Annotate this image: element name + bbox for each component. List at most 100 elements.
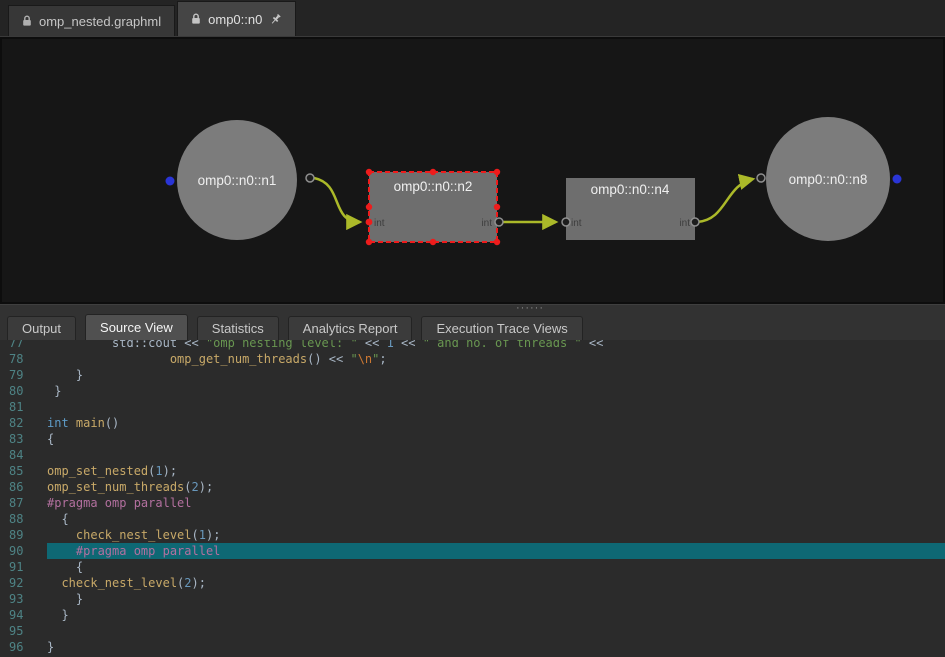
line-number: 96	[0, 639, 47, 655]
code-line[interactable]: 96}	[0, 639, 945, 655]
port-n2-in[interactable]	[366, 219, 373, 226]
tab-omp0-n0[interactable]: omp0::n0	[177, 1, 296, 36]
line-number: 82	[0, 415, 47, 431]
code-text: int main()	[47, 415, 945, 431]
line-number: 83	[0, 431, 47, 447]
code-line[interactable]: 87#pragma omp parallel	[0, 495, 945, 511]
code-line[interactable]: 91 {	[0, 559, 945, 575]
code-text-highlighted: #pragma omp parallel	[47, 543, 945, 559]
port-n1-out[interactable]	[306, 174, 314, 182]
graph-view: omp0::n0::n1 omp0::n0::n2 int int omp0::…	[0, 37, 945, 304]
node-label: omp0::n0::n4	[591, 182, 670, 197]
port-n4-out[interactable]	[691, 218, 699, 226]
pin-icon[interactable]	[269, 13, 282, 26]
graph-canvas[interactable]: omp0::n0::n1 omp0::n0::n2 int int omp0::…	[0, 37, 945, 304]
code-line[interactable]: 93 }	[0, 591, 945, 607]
lock-icon	[22, 15, 32, 27]
code-line[interactable]: 80 }	[0, 383, 945, 399]
code-text	[47, 399, 945, 415]
port-out-label: int	[481, 218, 492, 229]
code-text	[47, 447, 945, 463]
port-in-label: int	[571, 218, 582, 229]
line-number: 92	[0, 575, 47, 591]
code-line[interactable]: 86omp_set_num_threads(2);	[0, 479, 945, 495]
source-code-view[interactable]: 77 std::cout << "omp nesting level: " <<…	[0, 340, 945, 657]
line-number: 88	[0, 511, 47, 527]
line-number: 89	[0, 527, 47, 543]
code-line[interactable]: 84	[0, 447, 945, 463]
node-label: omp0::n0::n8	[789, 172, 868, 187]
code-text: }	[47, 639, 945, 655]
code-line[interactable]: 79 }	[0, 367, 945, 383]
code-text: check_nest_level(1);	[47, 527, 945, 543]
code-text: {	[47, 511, 945, 527]
code-text: omp_set_num_threads(2);	[47, 479, 945, 495]
lock-icon	[191, 13, 201, 25]
code-text	[47, 623, 945, 639]
graph-endpoint-left[interactable]	[166, 177, 175, 186]
code-lines: 77 std::cout << "omp nesting level: " <<…	[0, 340, 945, 655]
port-out-label: int	[679, 218, 690, 229]
code-text: {	[47, 431, 945, 447]
code-text: }	[47, 383, 945, 399]
code-text: }	[47, 607, 945, 623]
code-text: omp_get_num_threads() << "\n";	[47, 351, 945, 367]
graph-node-n2[interactable]: omp0::n0::n2 int int	[366, 169, 501, 245]
code-line[interactable]: 83{	[0, 431, 945, 447]
code-text: }	[47, 591, 945, 607]
edge-n4-n8[interactable]	[697, 179, 753, 222]
splitter-handle[interactable]: ······	[516, 304, 544, 313]
port-n4-in[interactable]	[562, 218, 570, 226]
line-number: 93	[0, 591, 47, 607]
line-number: 84	[0, 447, 47, 463]
graph-endpoint-right[interactable]	[893, 175, 902, 184]
tab-analytics-report[interactable]: Analytics Report	[288, 316, 413, 340]
code-text: }	[47, 367, 945, 383]
graph-node-n4[interactable]: omp0::n0::n4 int int	[566, 178, 695, 240]
code-line[interactable]: 78 omp_get_num_threads() << "\n";	[0, 351, 945, 367]
graph-node-n8[interactable]: omp0::n0::n8	[766, 117, 890, 241]
line-number: 91	[0, 559, 47, 575]
code-line[interactable]: 82int main()	[0, 415, 945, 431]
code-line[interactable]: 88 {	[0, 511, 945, 527]
code-line[interactable]: 81	[0, 399, 945, 415]
code-line[interactable]: 89 check_nest_level(1);	[0, 527, 945, 543]
tab-execution-trace-views[interactable]: Execution Trace Views	[421, 316, 582, 340]
tab-output[interactable]: Output	[7, 316, 76, 340]
edge-n1-n2[interactable]	[314, 178, 360, 222]
code-line[interactable]: 94 }	[0, 607, 945, 623]
tab-omp-nested-graphml[interactable]: omp_nested.graphml	[8, 5, 175, 36]
code-text: #pragma omp parallel	[47, 495, 945, 511]
code-line[interactable]: 90 #pragma omp parallel	[0, 543, 945, 559]
port-n2-out[interactable]	[495, 218, 503, 226]
port-n8-in[interactable]	[757, 174, 765, 182]
line-number: 85	[0, 463, 47, 479]
line-number: 79	[0, 367, 47, 383]
code-line[interactable]: 85omp_set_nested(1);	[0, 463, 945, 479]
code-line[interactable]: 77 std::cout << "omp nesting level: " <<…	[0, 340, 945, 351]
tab-statistics[interactable]: Statistics	[197, 316, 279, 340]
line-number: 87	[0, 495, 47, 511]
line-number: 81	[0, 399, 47, 415]
code-text: check_nest_level(2);	[47, 575, 945, 591]
tab-source-view[interactable]: Source View	[85, 314, 188, 340]
code-text: std::cout << "omp nesting level: " << 1 …	[47, 340, 945, 351]
line-number: 94	[0, 607, 47, 623]
code-line[interactable]: 95	[0, 623, 945, 639]
line-number: 90	[0, 543, 47, 559]
view-tabbar: Output Source View Statistics Analytics …	[7, 314, 583, 340]
tab-label: omp_nested.graphml	[39, 14, 161, 29]
line-number: 78	[0, 351, 47, 367]
bottom-panel-bar: ······ Output Source View Statistics Ana…	[0, 304, 945, 340]
code-text: {	[47, 559, 945, 575]
line-number: 86	[0, 479, 47, 495]
app-window: { "colors": { "selection_red": "#ee1c1c"…	[0, 0, 945, 657]
code-line[interactable]: 92 check_nest_level(2);	[0, 575, 945, 591]
node-label: omp0::n0::n1	[198, 173, 277, 188]
tab-label: omp0::n0	[208, 12, 262, 27]
line-number: 95	[0, 623, 47, 639]
port-in-label: int	[374, 218, 385, 229]
graph-node-n1[interactable]: omp0::n0::n1	[177, 120, 297, 240]
document-tabbar: omp_nested.graphml omp0::n0	[0, 0, 945, 37]
code-text: omp_set_nested(1);	[47, 463, 945, 479]
